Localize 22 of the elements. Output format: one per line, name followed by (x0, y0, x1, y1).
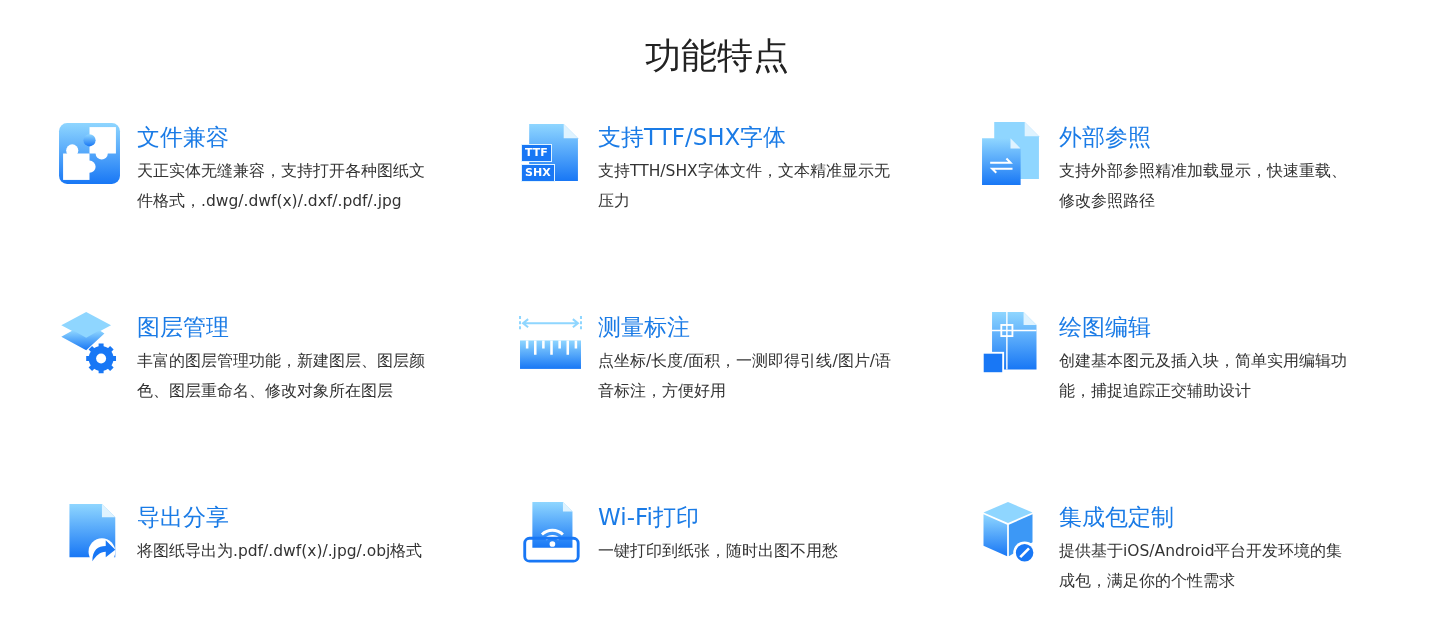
feature-title: 支持TTF/SHX字体 (598, 123, 788, 152)
feature-description: 丰富的图层管理功能，新建图层、图层颜色、图层重命名、修改对象所在图层 (137, 351, 426, 402)
feature-description: 点坐标/长度/面积，一测即得引线/图片/语音标注，方便好用 (598, 351, 892, 402)
feature-description: 天正实体无缝兼容，支持打开各种图纸文件格式，.dwg/.dwf(x)/.dxf/.pdf/.jpg (137, 161, 426, 212)
puzzle-icon (58, 122, 121, 185)
feature-description: 提供基于iOS/Android平台开发环境的集成包，满足你的个性需求 (1059, 541, 1344, 592)
feature-title: 集成包定制 (1059, 503, 1175, 532)
font-badge: SHX (521, 164, 555, 182)
feature-description: 支持外部参照精准加载显示，快速重载、修改参照路径 (1059, 161, 1348, 212)
section-heading: 功能特点 (644, 34, 790, 78)
feature-description: 创建基本图元及插入块，简单实用编辑功能，捕捉追踪正交辅助设计 (1059, 351, 1348, 402)
feature-title: 测量标注 (598, 313, 691, 342)
feature-title: 绘图编辑 (1059, 313, 1152, 342)
feature-title: 外部参照 (1059, 123, 1152, 152)
feature-description: 一键打印到纸张，随时出图不用愁 (598, 541, 839, 562)
feature-description: 将图纸导出为.pdf/.dwf(x)/.jpg/.obj格式 (137, 541, 424, 562)
feature-title: 导出分享 (137, 503, 230, 532)
feature-title: Wi-Fi打印 (598, 503, 700, 532)
feature-title: 文件兼容 (137, 123, 230, 152)
feature-title: 图层管理 (137, 313, 230, 342)
font-badge: TTF (521, 144, 552, 162)
feature-description: 支持TTH/SHX字体文件，文本精准显示无压力 (598, 161, 891, 212)
